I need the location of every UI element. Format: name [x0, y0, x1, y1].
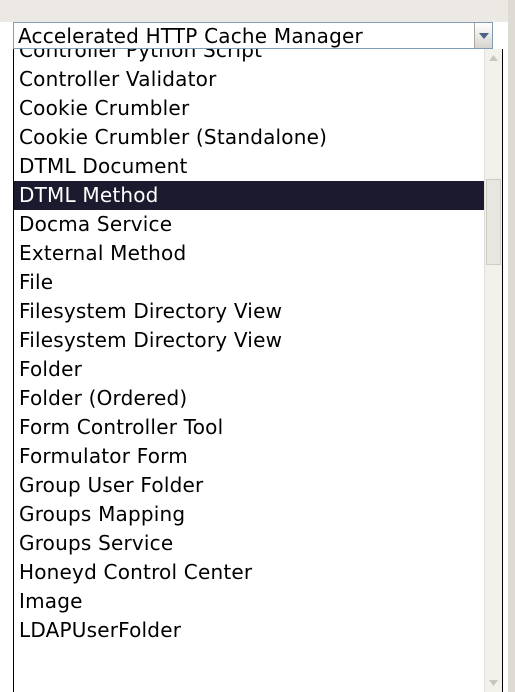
option-item[interactable]: File [14, 268, 484, 297]
page-background-right [508, 0, 515, 692]
option-item[interactable]: DTML Method [14, 181, 484, 210]
scroll-up-icon[interactable] [485, 49, 502, 67]
page-background-top [0, 0, 515, 22]
type-select[interactable]: Accelerated HTTP Cache Manager [13, 22, 493, 49]
dropdown-list[interactable]: Controller Python Script Controller Valid… [13, 49, 503, 692]
option-item[interactable]: Group User Folder [14, 471, 484, 500]
option-item[interactable]: Cookie Crumbler [14, 94, 484, 123]
option-list: Controller Python Script Controller Valid… [14, 49, 484, 645]
option-item[interactable]: LDAPUserFolder [14, 616, 484, 645]
option-item[interactable]: Folder (Ordered) [14, 384, 484, 413]
option-item[interactable]: Honeyd Control Center [14, 558, 484, 587]
page-background-left [0, 22, 10, 692]
scroll-down-icon[interactable] [485, 674, 502, 692]
chevron-down-icon[interactable] [474, 23, 492, 48]
scrollbar[interactable] [484, 49, 502, 692]
option-item[interactable]: Formulator Form [14, 442, 484, 471]
option-item[interactable]: Controller Python Script [14, 49, 484, 65]
option-item[interactable]: DTML Document [14, 152, 484, 181]
option-item[interactable]: Groups Mapping [14, 500, 484, 529]
option-item[interactable]: Filesystem Directory View [14, 326, 484, 355]
option-item[interactable]: Groups Service [14, 529, 484, 558]
option-item[interactable]: Cookie Crumbler (Standalone) [14, 123, 484, 152]
option-item[interactable]: Folder [14, 355, 484, 384]
select-value: Accelerated HTTP Cache Manager [18, 24, 363, 48]
option-item[interactable]: Filesystem Directory View [14, 297, 484, 326]
option-item[interactable]: Docma Service [14, 210, 484, 239]
option-item[interactable]: External Method [14, 239, 484, 268]
option-item[interactable]: Form Controller Tool [14, 413, 484, 442]
option-item[interactable]: Controller Validator [14, 65, 484, 94]
option-item[interactable]: Image [14, 587, 484, 616]
scroll-thumb[interactable] [486, 179, 501, 265]
